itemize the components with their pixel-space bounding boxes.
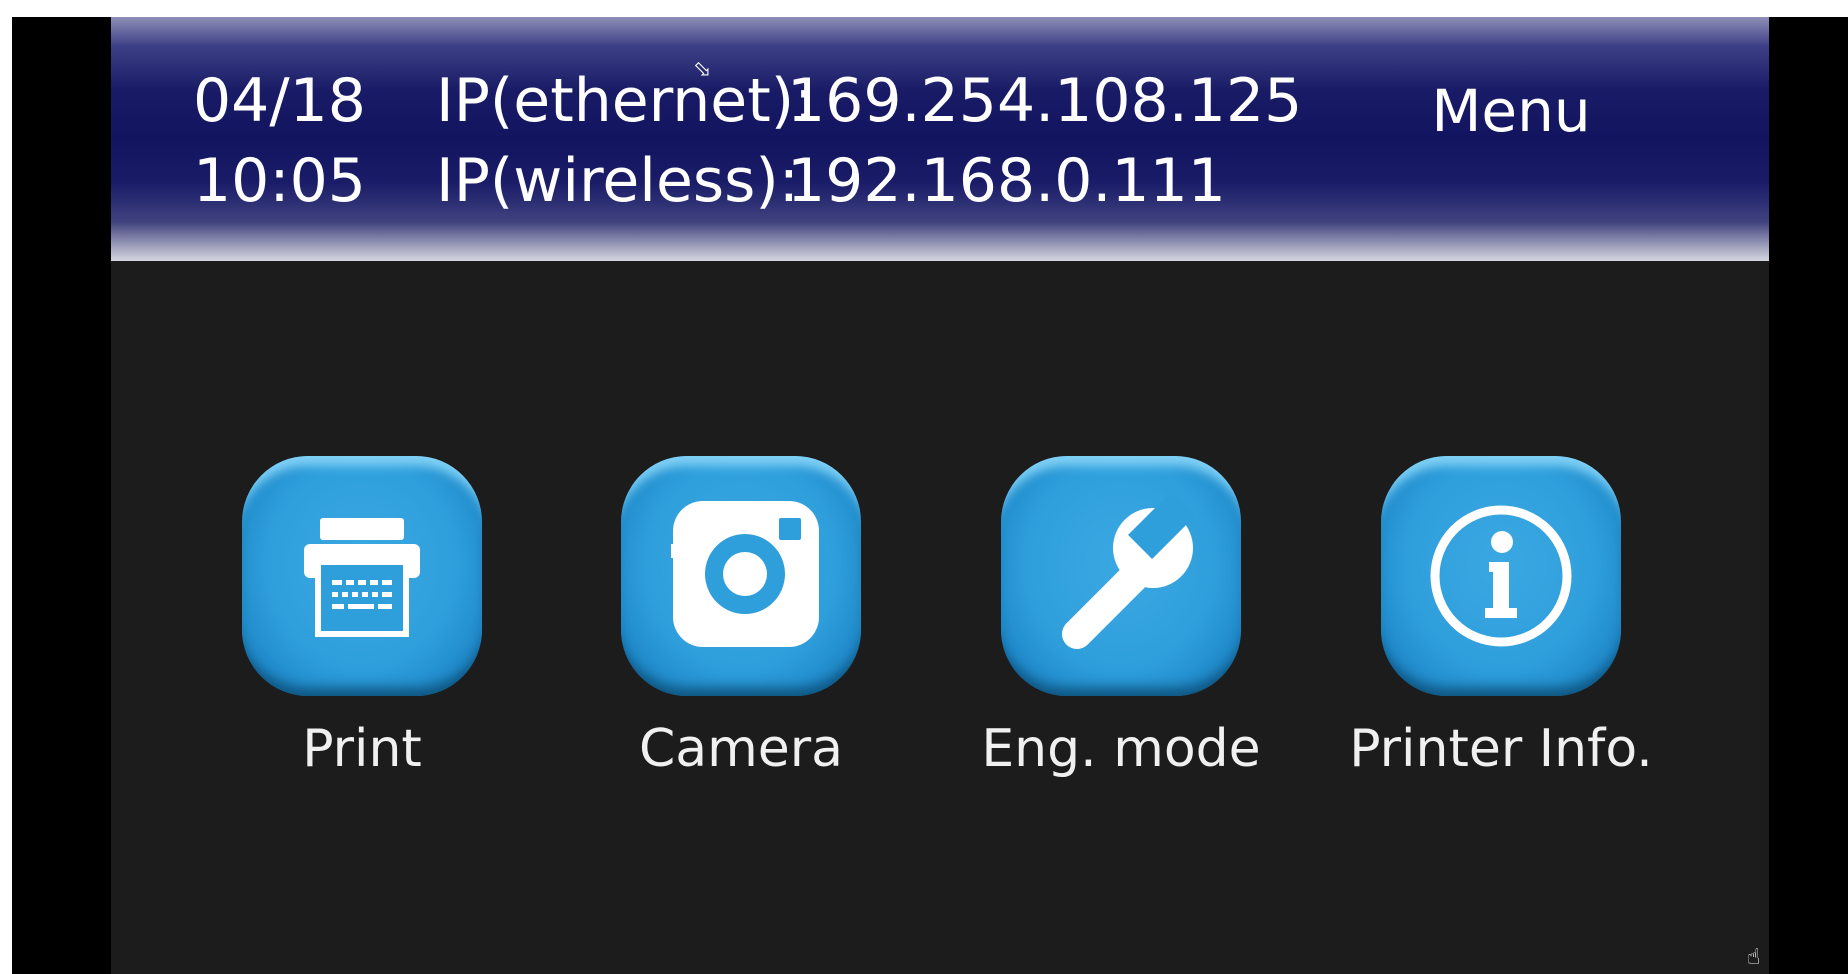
print-button[interactable] bbox=[242, 456, 482, 696]
pointer-cursor-icon: ⬂ bbox=[693, 57, 712, 82]
time-display: 10:05 bbox=[193, 146, 366, 216]
date-display: 04/18 bbox=[193, 66, 366, 136]
menu-button[interactable]: Menu bbox=[1411, 69, 1611, 153]
camera-button[interactable] bbox=[621, 456, 861, 696]
hand-cursor-icon: ☝ bbox=[1747, 945, 1761, 970]
printer-info-label: Printer Info. bbox=[1349, 719, 1653, 779]
status-header: 04/18 10:05 IP(ethernet): 169.254.108.12… bbox=[111, 17, 1769, 261]
info-icon bbox=[1430, 505, 1572, 647]
ip-wireless-value: 192.168.0.111 bbox=[787, 146, 1226, 216]
printer-info-button[interactable] bbox=[1381, 456, 1621, 696]
ip-ethernet-label: IP(ethernet): bbox=[436, 66, 815, 136]
printer-icon bbox=[304, 518, 420, 637]
print-label: Print bbox=[302, 719, 422, 779]
ip-wireless-label: IP(wireless): bbox=[436, 146, 800, 216]
camera-label: Camera bbox=[638, 719, 844, 779]
touch-screen: 04/18 10:05 IP(ethernet): 169.254.108.12… bbox=[111, 17, 1769, 974]
wrench-icon bbox=[1062, 496, 1196, 649]
eng-mode-label: Eng. mode bbox=[981, 719, 1261, 779]
ip-ethernet-value: 169.254.108.125 bbox=[787, 66, 1303, 136]
camera-icon bbox=[671, 501, 819, 647]
eng-mode-button[interactable] bbox=[1001, 456, 1241, 696]
